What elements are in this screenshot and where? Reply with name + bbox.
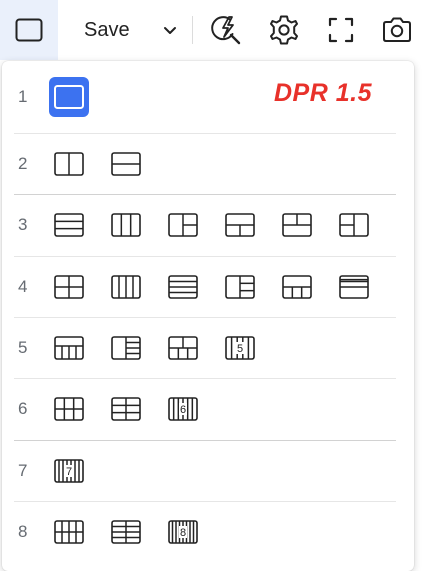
layout-option-three-columns[interactable]: [106, 205, 146, 245]
layout-count-badge: 5: [237, 343, 243, 355]
seven-columns-layout-icon: 7: [54, 458, 84, 483]
layout-count-badge: 6: [180, 404, 186, 416]
layout-count-badge: 8: [180, 527, 186, 539]
single-layout-icon: [54, 85, 84, 109]
layout-option-four-rows[interactable]: [163, 267, 203, 307]
chevron-down-icon[interactable]: [162, 22, 178, 43]
layout-option-grid-2x3[interactable]: [106, 389, 146, 429]
layout-option-eight-columns[interactable]: 8: [163, 512, 203, 552]
auto-analyze-icon[interactable]: [209, 13, 243, 47]
layout-option-grid-3x2[interactable]: [49, 389, 89, 429]
layout-option-seven-columns[interactable]: 7: [49, 451, 89, 491]
row-number: 8: [18, 521, 28, 541]
layout-option-top-full-bottom-four[interactable]: [49, 328, 89, 368]
layout-option-grid-2x2[interactable]: [49, 267, 89, 307]
layout-option-top-full-bottom-three[interactable]: [277, 267, 317, 307]
row-number: 3: [18, 214, 28, 234]
left-full-right-split-layout-icon: [168, 212, 198, 237]
row-number: 2: [18, 153, 28, 173]
top-full-bottom-three-layout-icon: [282, 274, 312, 299]
left-full-right-three-layout-icon: [225, 274, 255, 299]
grid-2x2-layout-icon: [54, 274, 84, 299]
layout-option-grid-2x4[interactable]: [106, 512, 146, 552]
layout-row-1: 1: [2, 61, 414, 133]
grid-4x2-layout-icon: [54, 519, 84, 544]
grid-3x2-layout-icon: [54, 396, 84, 421]
row-number: 7: [18, 460, 28, 480]
save-button[interactable]: Save: [80, 12, 185, 48]
layout-row-5: 55: [2, 317, 414, 378]
layout-option-left-full-right-four[interactable]: [106, 328, 146, 368]
top-three-bottom-full-layout-icon: [339, 274, 369, 299]
row-number: 4: [18, 276, 28, 296]
layout-row-4: 4: [2, 256, 414, 317]
layout-option-three-rows[interactable]: [49, 205, 89, 245]
layout-option-left-full-right-split[interactable]: [163, 205, 203, 245]
grid-2x4-layout-icon: [111, 519, 141, 544]
row-number: 6: [18, 398, 28, 418]
left-full-right-four-layout-icon: [111, 335, 141, 360]
layout-option-six-columns[interactable]: 6: [163, 389, 203, 429]
layout-option-single[interactable]: [49, 77, 89, 117]
save-label: Save: [84, 18, 130, 41]
layout-button[interactable]: [0, 0, 58, 60]
layout-option-top-three-bottom-full[interactable]: [334, 267, 374, 307]
top-full-bottom-split-layout-icon: [225, 212, 255, 237]
three-rows-layout-icon: [54, 212, 84, 237]
layout-option-top-two-bottom-three[interactable]: [163, 328, 203, 368]
layout-option-left-split-right-full[interactable]: [334, 205, 374, 245]
four-rows-layout-icon: [168, 274, 198, 299]
six-columns-layout-icon: 6: [168, 396, 198, 421]
layout-option-grid-4x2[interactable]: [49, 512, 89, 552]
eight-columns-layout-icon: 8: [168, 519, 198, 544]
four-columns-layout-icon: [111, 274, 141, 299]
layout-row-6: 66: [2, 378, 414, 439]
top-split-bottom-full-layout-icon: [282, 212, 312, 237]
gear-icon[interactable]: [267, 13, 301, 47]
toolbar-divider: [192, 16, 193, 44]
toolbar: Save: [0, 0, 425, 60]
camera-icon[interactable]: [380, 13, 414, 47]
layout-row-2: 2: [2, 133, 414, 194]
layout-option-left-full-right-three[interactable]: [220, 267, 260, 307]
top-full-bottom-four-layout-icon: [54, 335, 84, 360]
split-vertical-layout-icon: [54, 151, 84, 176]
layout-option-split-vertical[interactable]: [49, 144, 89, 184]
top-two-bottom-three-layout-icon: [168, 335, 198, 360]
layout-panel: DPR 1.5 123455667788: [2, 61, 414, 571]
layout-icon: [15, 18, 43, 47]
grid-2x3-layout-icon: [111, 396, 141, 421]
three-columns-layout-icon: [111, 212, 141, 237]
layout-option-top-split-bottom-full[interactable]: [277, 205, 317, 245]
layout-option-five-columns[interactable]: 5: [220, 328, 260, 368]
layout-count-badge: 7: [66, 466, 72, 478]
layout-row-8: 88: [2, 501, 414, 562]
five-columns-layout-icon: 5: [225, 335, 255, 360]
fullscreen-icon[interactable]: [324, 13, 358, 47]
row-number: 5: [18, 337, 28, 357]
layout-option-split-horizontal[interactable]: [106, 144, 146, 184]
row-number: 1: [18, 87, 28, 106]
layout-row-7: 77: [2, 440, 414, 501]
layout-row-3: 3: [2, 194, 414, 255]
split-horizontal-layout-icon: [111, 151, 141, 176]
left-split-right-full-layout-icon: [339, 212, 369, 237]
layout-option-top-full-bottom-split[interactable]: [220, 205, 260, 245]
layout-option-four-columns[interactable]: [106, 267, 146, 307]
